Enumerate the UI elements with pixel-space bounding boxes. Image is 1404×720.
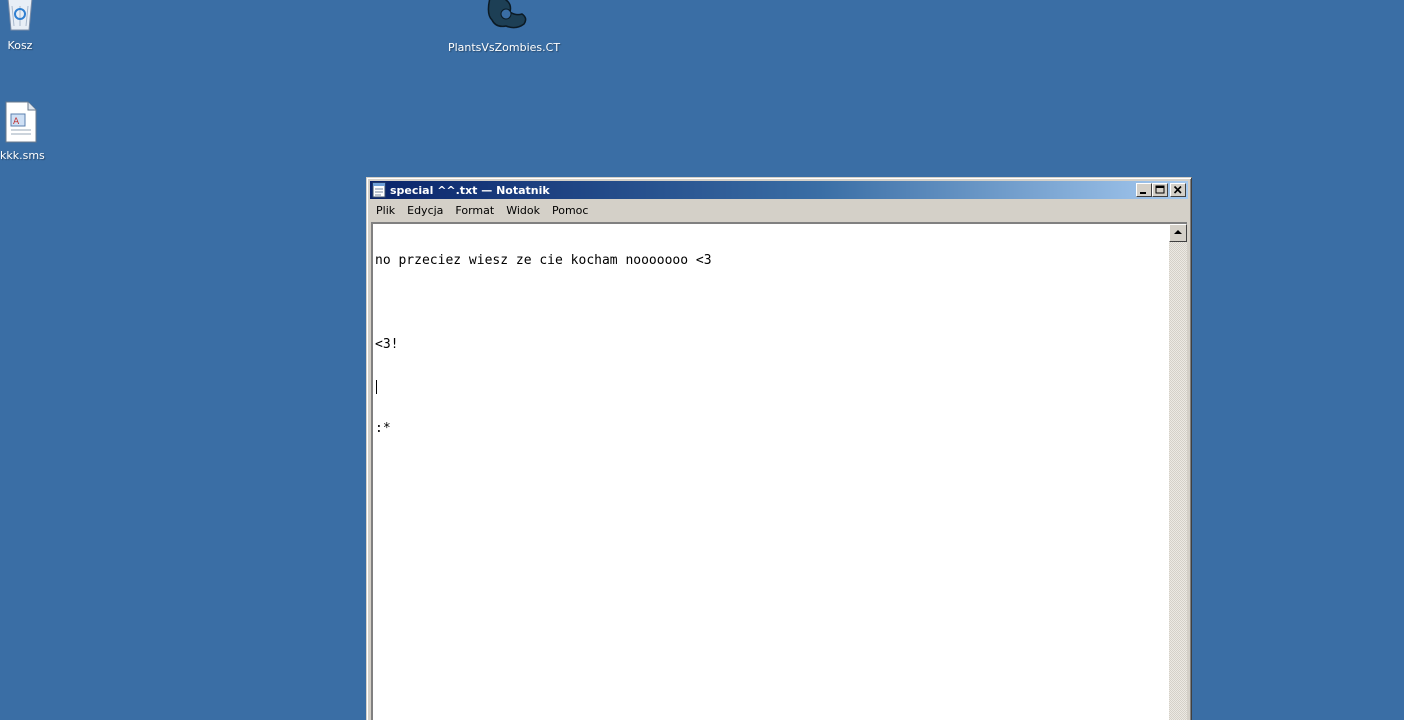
notepad-window[interactable]: special ^^.txt — Notatnik Plik Edycja Fo… xyxy=(366,177,1192,720)
text-line: <3! xyxy=(375,337,399,352)
recycle-bin-icon xyxy=(7,0,33,31)
maximize-icon xyxy=(1155,185,1165,194)
desktop-icon-kkk-sms[interactable]: A kkk.sms xyxy=(0,100,45,162)
window-title: special ^^.txt — Notatnik xyxy=(390,183,550,197)
close-icon xyxy=(1173,185,1182,194)
notepad-icon xyxy=(372,182,386,198)
menu-edycja[interactable]: Edycja xyxy=(401,204,449,217)
vertical-scrollbar[interactable] xyxy=(1169,224,1187,720)
menu-widok[interactable]: Widok xyxy=(500,204,546,217)
text-caret xyxy=(376,380,377,394)
desktop-icon-label: Kosz xyxy=(7,39,33,52)
minimize-button[interactable] xyxy=(1136,183,1152,197)
text-line xyxy=(375,380,1167,394)
desktop-icon-label: PlantsVsZombies.CT xyxy=(447,41,561,54)
svg-text:A: A xyxy=(13,117,20,127)
menu-pomoc[interactable]: Pomoc xyxy=(546,204,594,217)
scroll-up-button[interactable] xyxy=(1169,224,1187,242)
menu-plik[interactable]: Plik xyxy=(370,204,401,217)
text-line: :* xyxy=(375,421,391,436)
menu-bar: Plik Edycja Format Widok Pomoc xyxy=(370,200,1188,220)
maximize-button[interactable] xyxy=(1152,183,1168,197)
desktop-icon-plantsvszombies-ct[interactable]: PlantsVsZombies.CT xyxy=(446,0,562,54)
text-content[interactable]: no przeciez wiesz ze cie kocham nooooooo… xyxy=(375,226,1167,720)
text-editor[interactable]: no przeciez wiesz ze cie kocham nooooooo… xyxy=(371,222,1187,720)
cheat-engine-gear-icon xyxy=(487,0,527,29)
document-icon: A xyxy=(5,101,37,143)
desktop-icon-recycle-bin[interactable]: Kosz xyxy=(0,0,40,52)
menu-format[interactable]: Format xyxy=(449,204,500,217)
close-button[interactable] xyxy=(1170,183,1186,197)
desktop-icon-label: kkk.sms xyxy=(0,149,45,162)
window-controls xyxy=(1136,183,1186,197)
text-line xyxy=(375,296,1167,310)
title-bar[interactable]: special ^^.txt — Notatnik xyxy=(370,181,1188,199)
minimize-icon xyxy=(1140,192,1146,194)
text-line: no przeciez wiesz ze cie kocham nooooooo… xyxy=(375,253,712,268)
